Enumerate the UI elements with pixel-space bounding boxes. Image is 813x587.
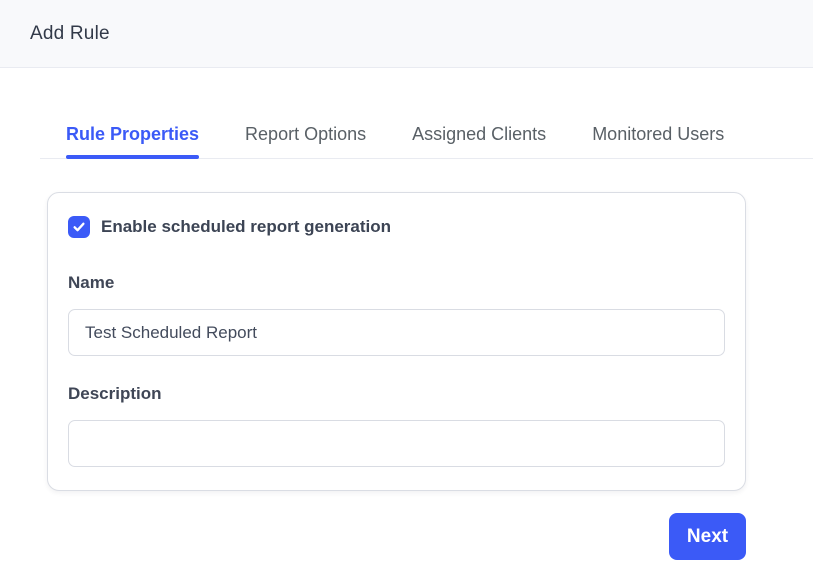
tab-list: Rule Properties Report Options Assigned … — [40, 124, 813, 158]
rule-properties-card: Enable scheduled report generation Name … — [47, 192, 746, 491]
name-label: Name — [68, 273, 725, 293]
description-label: Description — [68, 384, 725, 404]
description-input[interactable] — [68, 420, 725, 467]
tab-assigned-clients[interactable]: Assigned Clients — [412, 124, 546, 158]
checkmark-icon — [72, 220, 86, 234]
name-input[interactable] — [68, 309, 725, 356]
enable-scheduled-report-checkbox[interactable] — [68, 216, 90, 238]
tab-report-options[interactable]: Report Options — [245, 124, 366, 158]
next-button[interactable]: Next — [669, 513, 746, 560]
tab-monitored-users[interactable]: Monitored Users — [592, 124, 724, 158]
enable-scheduled-report-label: Enable scheduled report generation — [101, 217, 391, 237]
enable-scheduled-report-row[interactable]: Enable scheduled report generation — [68, 216, 725, 238]
add-rule-page: Add Rule Rule Properties Report Options … — [0, 0, 813, 560]
tab-bar: Rule Properties Report Options Assigned … — [40, 68, 813, 159]
page-header: Add Rule — [0, 0, 813, 68]
actions-bar: Next — [47, 513, 746, 560]
page-title: Add Rule — [30, 23, 110, 45]
tab-rule-properties[interactable]: Rule Properties — [66, 124, 199, 158]
